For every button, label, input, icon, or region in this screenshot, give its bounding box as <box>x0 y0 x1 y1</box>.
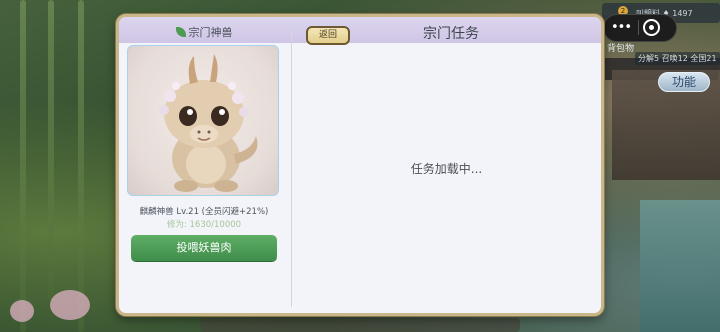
bag-label[interactable]: 背包物 <box>607 41 634 54</box>
dragon-pet-image <box>159 54 258 192</box>
pet-panel-title: 宗门神兽 <box>119 24 289 40</box>
function-button[interactable]: 功能 <box>658 72 710 92</box>
feed-beast-meat-button[interactable]: 投喂妖兽肉 <box>131 235 277 261</box>
sect-task-dialog: 宗门神兽 麒麟神兽 Lv.21 (全员闪避+21%) 修为: 1630/1000… <box>116 14 604 316</box>
pet-portrait-card <box>127 45 279 196</box>
target-icon[interactable] <box>643 19 660 36</box>
pet-xp: 修为: 1630/10000 <box>166 220 242 230</box>
capsule-separator <box>638 20 639 35</box>
more-dots-icon[interactable]: ••• <box>611 19 635 37</box>
pet-panel-title-text: 宗门神兽 <box>188 26 233 39</box>
pet-panel: 宗门神兽 麒麟神兽 Lv.21 (全员闪避+21%) 修为: 1630/1000… <box>119 17 289 313</box>
bamboo-stalk <box>78 0 84 332</box>
pet-name-level: 麒麟神兽 Lv.21 (全员闪避+21%) <box>139 207 269 217</box>
bamboo-stalk <box>20 0 26 332</box>
bamboo-stalk <box>48 0 54 300</box>
blossom <box>50 290 90 320</box>
back-button[interactable]: 返回 <box>306 26 350 45</box>
loading-status: 任务加载中... <box>410 162 483 176</box>
stats-label: 分解5 召唤12 全国21 <box>635 52 720 65</box>
leaf-icon <box>175 27 186 37</box>
dialog-title: 宗门任务 <box>423 26 479 42</box>
bottom-toolbar-strip <box>200 318 520 332</box>
river <box>640 200 720 332</box>
blossom <box>10 300 34 322</box>
